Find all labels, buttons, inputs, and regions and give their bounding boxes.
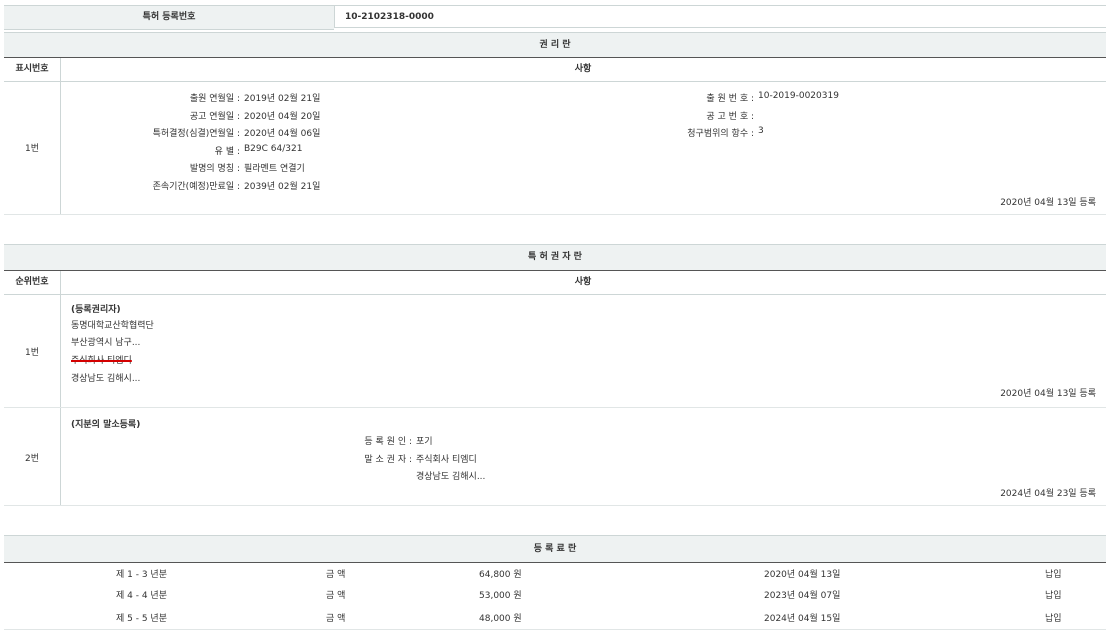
holder-section-title: 특 허 권 자 란 — [4, 244, 1106, 270]
field-label: 출 원 번 호 : — [560, 91, 754, 104]
field-value: 10-2019-0020319 — [758, 91, 839, 101]
holder-row-heading: (지분의 말소등록) — [71, 417, 140, 430]
fee-amount: 53,000 원 — [479, 588, 522, 601]
holder-address: 경상남도 김해시... — [416, 469, 485, 482]
col-header-rank-number: 순위번호 — [4, 271, 60, 294]
fee-amount: 48,000 원 — [479, 611, 522, 624]
divider — [4, 505, 1106, 506]
field-label: 유 별 : — [60, 144, 240, 157]
divider — [4, 407, 1106, 408]
divider — [4, 294, 1106, 295]
fee-period: 제 1 - 3 년분 — [116, 567, 167, 580]
col-header-display-number: 표시번호 — [4, 58, 60, 81]
fee-period: 제 4 - 4 년분 — [116, 588, 167, 601]
registration-date: 2020년 04월 13일 등록 — [800, 386, 1096, 399]
holder-row-number: 2번 — [4, 451, 60, 464]
field-value: 주식회사 티엠디 — [416, 452, 477, 465]
field-label: 출원 연월일 : — [60, 91, 240, 104]
field-value: 2020년 04월 20일 — [244, 109, 320, 122]
field-value: 2020년 04월 06일 — [244, 126, 320, 139]
registration-date: 2024년 04월 23일 등록 — [800, 486, 1096, 499]
registration-date: 2020년 04월 13일 등록 — [800, 195, 1096, 208]
holder-address: 경상남도 김해시... — [71, 371, 140, 384]
fee-amount-label: 금 액 — [326, 588, 345, 601]
fee-period: 제 5 - 5 년분 — [116, 611, 167, 624]
field-label: 특허결정(심결)연월일 : — [60, 126, 240, 139]
divider — [4, 562, 1106, 563]
field-label: 공 고 번 호 : — [560, 109, 754, 122]
field-label: 말 소 권 자 : — [300, 452, 412, 465]
col-header-item: 사항 — [60, 271, 1106, 294]
holder-name: 동명대학교산학협력단 — [71, 318, 154, 331]
divider — [4, 629, 1106, 630]
fee-section-title: 등 록 료 란 — [4, 535, 1106, 562]
field-value: 2019년 02월 21일 — [244, 91, 320, 104]
fee-status: 납입 — [1045, 611, 1062, 624]
fee-amount-label: 금 액 — [326, 567, 345, 580]
column-separator — [60, 271, 61, 505]
fee-date: 2020년 04월 13일 — [764, 567, 840, 580]
fee-status: 납입 — [1045, 567, 1062, 580]
fee-amount: 64,800 원 — [479, 567, 522, 580]
divider — [4, 81, 1106, 82]
holder-row-number: 1번 — [4, 345, 60, 358]
field-label: 청구범위의 항수 : — [560, 126, 754, 139]
field-value: 포기 — [416, 434, 433, 447]
field-value: B29C 64/321 — [244, 144, 302, 154]
reg-number-label: 특허 등록번호 — [4, 5, 334, 30]
field-value: 3 — [758, 126, 764, 136]
holder-name-struck: 주식회사 티엠디 — [71, 353, 132, 366]
fee-date: 2023년 04월 07일 — [764, 588, 840, 601]
rights-row-number: 1번 — [4, 141, 60, 154]
holder-row-heading: (등록권리자) — [71, 302, 121, 315]
fee-amount-label: 금 액 — [326, 611, 345, 624]
divider — [4, 214, 1106, 215]
field-label: 공고 연월일 : — [60, 109, 240, 122]
fee-status: 납입 — [1045, 588, 1062, 601]
field-value: 필라멘트 연결기 — [244, 161, 305, 174]
rights-section-title: 권 리 란 — [4, 32, 1106, 57]
field-value: 2039년 02월 21일 — [244, 179, 320, 192]
field-label: 등 록 원 인 : — [300, 434, 412, 447]
field-label: 존속기간(예정)만료일 : — [60, 179, 240, 192]
holder-address: 부산광역시 남구... — [71, 335, 140, 348]
reg-number-value: 10-2102318-0000 — [334, 5, 1106, 28]
field-label: 발명의 명칭 : — [60, 161, 240, 174]
fee-date: 2024년 04월 15일 — [764, 611, 840, 624]
col-header-item: 사항 — [60, 58, 1106, 81]
